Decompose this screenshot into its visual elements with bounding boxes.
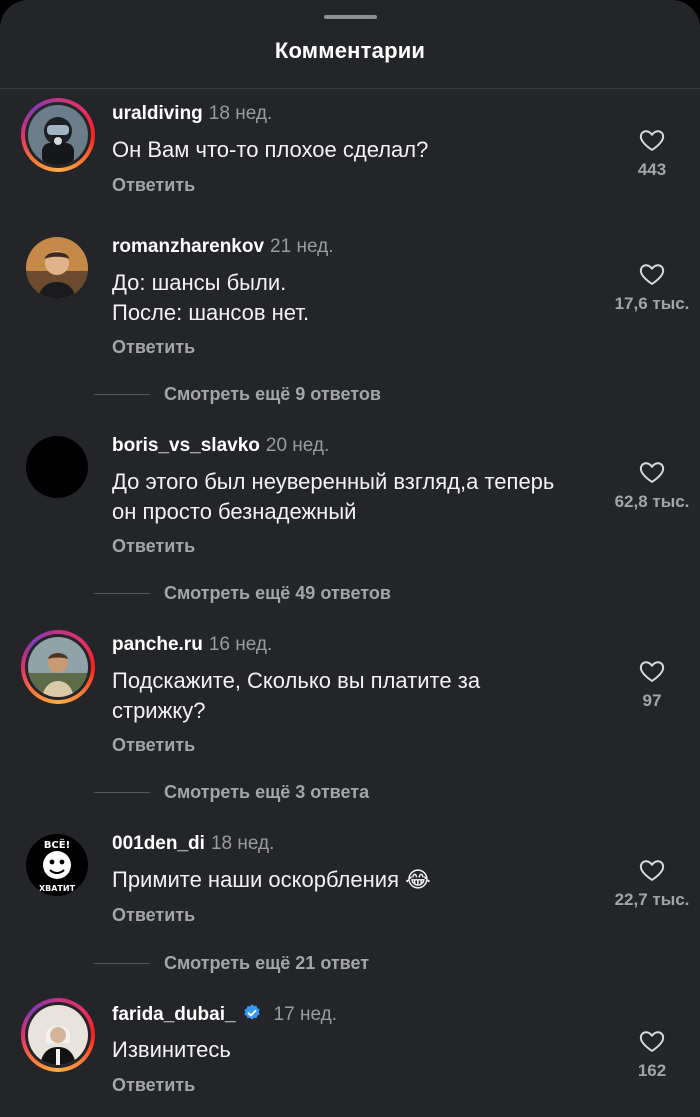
drag-handle[interactable] (324, 15, 377, 19)
comments-sheet: Комментарии uraldiving 18 нед. Он Вам что… (0, 0, 700, 1117)
man-outdoor-avatar-icon (28, 637, 88, 697)
comment-username[interactable]: romanzharenkov (112, 236, 264, 257)
woman-photo-avatar-icon (28, 1005, 88, 1065)
like-button[interactable]: 443 (602, 126, 700, 180)
comment-time: 18 нед. (210, 833, 275, 854)
sheet-title: Комментарии (274, 38, 426, 63)
avatar[interactable] (21, 998, 95, 1072)
view-more-label: Смотреть ещё 49 ответов (164, 583, 391, 603)
diver-avatar-icon (28, 105, 88, 165)
comment-time: 16 нед. (208, 634, 273, 655)
reply-button[interactable]: Ответить (112, 1075, 195, 1096)
black-avatar-icon (26, 436, 88, 498)
comment-text: До: шансы были. После: шансов нет. (112, 270, 310, 325)
like-count: 97 (642, 691, 662, 710)
heart-icon (639, 1031, 665, 1052)
like-button[interactable]: 62,8 тыс. (602, 458, 700, 512)
view-more-label: Смотреть ещё 3 ответа (164, 782, 370, 802)
heart-icon (639, 130, 665, 151)
comment-username[interactable]: 001den_di (112, 833, 205, 854)
avatar[interactable]: ВСЁ! ХВАТИТ (21, 829, 95, 903)
like-count: 22,7 тыс. (614, 890, 690, 909)
reply-button[interactable]: Ответить (112, 536, 195, 557)
comment-time: 18 нед. (208, 103, 273, 124)
reply-button[interactable]: Ответить (112, 905, 195, 926)
reply-button[interactable]: Ответить (112, 337, 195, 358)
heart-icon (639, 462, 665, 483)
view-more-label: Смотреть ещё 9 ответов (164, 384, 381, 404)
like-count: 17,6 тыс. (614, 294, 690, 313)
comment-username[interactable]: uraldiving (112, 103, 203, 124)
like-button[interactable]: 97 (602, 657, 700, 711)
avatar[interactable] (21, 630, 95, 704)
view-more-replies[interactable]: Смотреть ещё 21 ответ (94, 953, 369, 974)
logo-avatar-icon: ВСЁ! ХВАТИТ (26, 834, 88, 896)
like-count: 62,8 тыс. (614, 492, 690, 511)
comment-text: До этого был неуверенный взгляд,а теперь… (112, 469, 555, 524)
avatar[interactable] (21, 431, 95, 505)
comment-text: Примите наши оскорбления 😂 (112, 867, 431, 892)
comment-username[interactable]: panche.ru (112, 634, 203, 655)
verified-badge-icon (243, 1004, 260, 1020)
avatar-logo-text: ВСЁ! (44, 837, 70, 851)
heart-icon (639, 264, 665, 285)
avatar[interactable] (21, 98, 95, 172)
view-more-replies[interactable]: Смотреть ещё 49 ответов (94, 583, 391, 604)
divider-line (94, 593, 150, 594)
view-more-replies[interactable]: Смотреть ещё 3 ответа (94, 782, 369, 803)
like-button[interactable]: 162 (602, 1027, 700, 1081)
comment-time: 17 нед. (273, 1004, 337, 1025)
comment-username[interactable]: boris_vs_slavko (112, 435, 260, 456)
view-more-label: Смотреть ещё 21 ответ (164, 953, 370, 973)
view-more-replies[interactable]: Смотреть ещё 9 ответов (94, 384, 381, 405)
comment-text: Подскажите, Сколько вы платите за стрижк… (112, 668, 481, 723)
divider-line (94, 963, 150, 964)
like-button[interactable]: 22,7 тыс. (602, 856, 700, 910)
heart-icon (639, 860, 665, 881)
heart-icon (639, 661, 665, 682)
divider-line (94, 394, 150, 395)
like-button[interactable]: 17,6 тыс. (602, 260, 700, 314)
comment-username[interactable]: farida_dubai_ (112, 1004, 236, 1025)
man-photo-avatar-icon (26, 237, 88, 299)
like-count: 162 (637, 1061, 667, 1080)
header-divider (0, 88, 700, 89)
like-count: 443 (637, 160, 667, 179)
reply-button[interactable]: Ответить (112, 175, 195, 196)
avatar-logo-text: ХВАТИТ (39, 884, 76, 893)
avatar[interactable] (21, 232, 95, 306)
reply-button[interactable]: Ответить (112, 735, 195, 756)
comment-time: 21 нед. (270, 236, 334, 257)
divider-line (94, 792, 150, 793)
comment-text: Он Вам что-то плохое сделал? (112, 137, 429, 162)
comment-text: Извинитесь (112, 1037, 231, 1062)
comment-time: 20 нед. (265, 435, 330, 456)
